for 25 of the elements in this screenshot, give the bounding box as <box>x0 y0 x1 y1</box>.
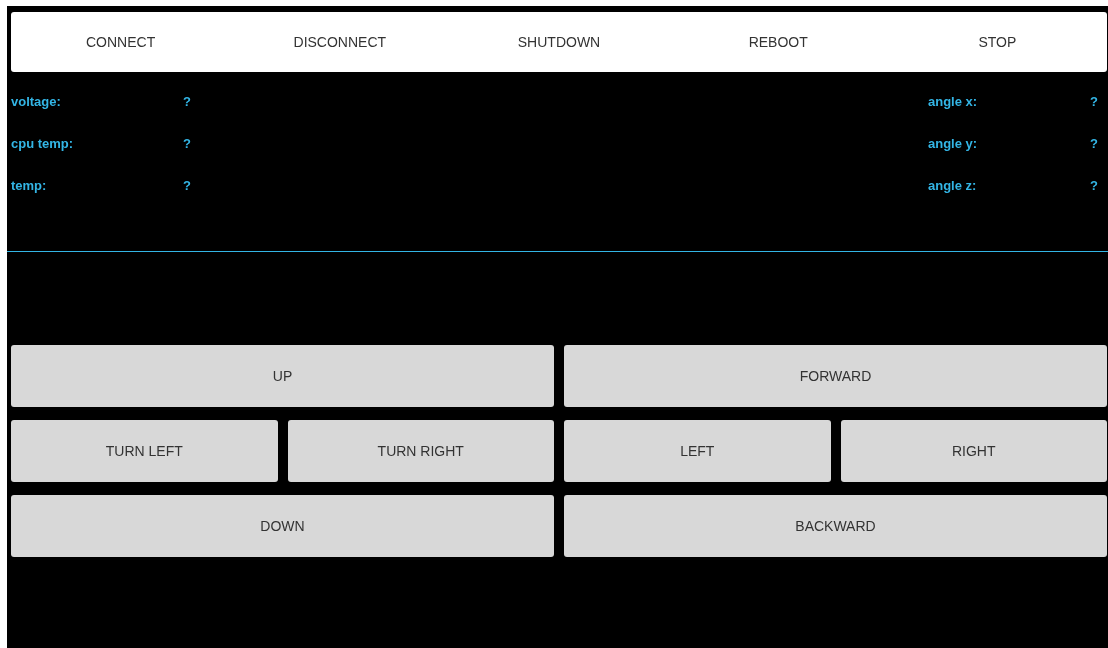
status-value: ? <box>1090 135 1098 151</box>
toolbar-button[interactable]: DISCONNECT <box>230 12 450 72</box>
toolbar-button[interactable]: SHUTDOWN <box>449 12 669 72</box>
control-button[interactable]: RIGHT <box>840 420 1107 482</box>
toolbar-button[interactable]: STOP <box>887 12 1107 72</box>
status-value: ? <box>183 93 191 109</box>
status-label: cpu temp: <box>11 135 74 151</box>
status-label: voltage: <box>11 93 61 109</box>
control-button[interactable]: FORWARD <box>564 345 1107 407</box>
status-value: ? <box>1090 177 1098 193</box>
control-button[interactable]: TURN RIGHT <box>287 420 554 482</box>
status-value: ? <box>1090 93 1098 109</box>
control-button[interactable]: BACKWARD <box>564 495 1107 557</box>
status-value: ? <box>183 135 191 151</box>
control-button[interactable]: DOWN <box>11 495 554 557</box>
status-label: angle y: <box>928 135 978 151</box>
toolbar-button[interactable]: REBOOT <box>668 12 888 72</box>
control-button[interactable]: UP <box>11 345 554 407</box>
status-label: angle z: <box>928 177 977 193</box>
status-value: ? <box>183 177 191 193</box>
status-label: angle x: <box>928 93 978 109</box>
control-button[interactable]: TURN LEFT <box>11 420 278 482</box>
toolbar-button[interactable]: CONNECT <box>11 12 231 72</box>
status-label: temp: <box>11 177 47 193</box>
control-button[interactable]: LEFT <box>564 420 831 482</box>
